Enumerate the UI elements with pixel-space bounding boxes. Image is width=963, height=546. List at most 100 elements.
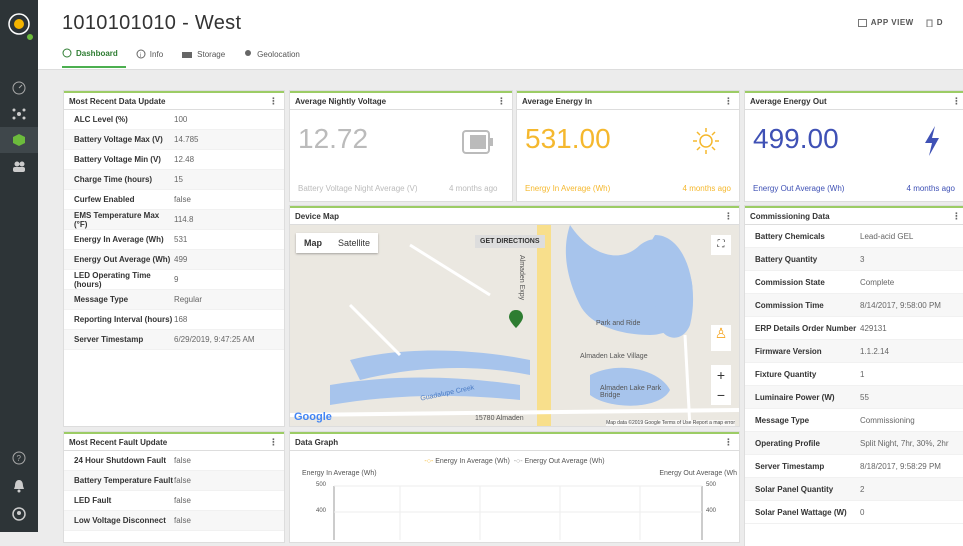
map-label-expy: Almaden Expy (518, 255, 525, 301)
tab-geolocation[interactable]: Geolocation (243, 48, 308, 68)
row-value: false (174, 476, 191, 485)
pegman-icon[interactable]: ♙ (711, 325, 731, 351)
row-value: 9 (174, 275, 179, 284)
network-nav-icon[interactable] (0, 101, 38, 127)
row-key: ERP Details Order Number (755, 323, 857, 333)
table-row: Battery Chemicals Lead-acid GEL (745, 225, 963, 248)
energy-in-label: Energy In Average (Wh) (525, 184, 611, 193)
dashboard-nav-icon[interactable] (0, 75, 38, 101)
fullscreen-icon[interactable]: ⛶ (711, 235, 731, 255)
lightning-icon (925, 126, 939, 156)
row-key: Battery Voltage Max (V) (74, 135, 163, 144)
row-value: 2 (860, 484, 865, 494)
tab-info-label: Info (149, 49, 164, 59)
row-key: EMS Temperature Max (°F) (74, 210, 160, 229)
row-key: Server Timestamp (74, 335, 144, 344)
table-row: Energy Out Average (Wh) 499 (64, 250, 284, 270)
left-axis-label: Energy In Average (Wh) (302, 470, 377, 477)
row-value: false (174, 195, 191, 204)
satellite-button[interactable]: Satellite (330, 233, 378, 253)
kebab-menu-icon[interactable]: ⋮ (497, 96, 506, 107)
row-key: Curfew Enabled (74, 195, 135, 204)
map-canvas[interactable]: Map Satellite GET DIRECTIONS ⛶ ♙ + − Park … (290, 225, 739, 426)
row-key: Battery Voltage Min (V) (74, 155, 161, 164)
kebab-menu-icon[interactable]: ⋮ (724, 437, 733, 448)
row-value: Split Night, 7hr, 30%, 2hr (860, 438, 949, 448)
notifications-bell-icon[interactable] (0, 473, 38, 499)
get-directions-button[interactable]: GET DIRECTIONS (475, 235, 545, 248)
table-row: Low Voltage Disconnect false (64, 511, 284, 531)
row-key: Message Type (74, 295, 129, 304)
row-value: 15 (174, 175, 183, 184)
row-value: 6/29/2019, 9:47:25 AM (174, 335, 255, 344)
panel-title: Device Map ⋮ (290, 208, 739, 225)
kebab-menu-icon[interactable]: ⋮ (952, 96, 961, 107)
svg-text:i: i (140, 53, 141, 59)
zoom-out-button[interactable]: − (711, 385, 731, 405)
table-row: Message Type Commissioning (745, 409, 963, 432)
tab-info[interactable]: i Info (136, 48, 171, 68)
kebab-menu-icon[interactable]: ⋮ (269, 96, 278, 107)
data-graph-panel: Data Graph ⋮ -○- Energy In Average (Wh) -… (290, 432, 739, 542)
app-view-button[interactable]: APP VIEW (857, 18, 914, 27)
row-key: Commission State (755, 277, 825, 287)
zoom-in-button[interactable]: + (711, 365, 731, 385)
panel-title: Average Energy Out ⋮ (745, 93, 963, 110)
panel-title: Average Nightly Voltage ⋮ (290, 93, 512, 110)
table-row: Operating Profile Split Night, 7hr, 30%, … (745, 432, 963, 455)
tab-storage[interactable]: Storage (181, 48, 233, 68)
legend-in-marker[interactable]: -○- (424, 458, 433, 465)
table-row: Curfew Enabled false (64, 190, 284, 210)
row-key: Luminaire Power (W) (755, 392, 835, 402)
d-label: D (936, 18, 943, 27)
help-icon[interactable]: ? (0, 445, 38, 471)
page-title: 1010101010 - West (62, 12, 242, 34)
app-view-icon (857, 18, 867, 27)
tab-dashboard[interactable]: Dashboard (62, 48, 126, 68)
d-button[interactable]: D (926, 18, 943, 27)
row-value: 114.8 (174, 215, 194, 224)
device-map-panel: Device Map ⋮ Map Satellite GET DIRECTIONS … (290, 206, 739, 426)
legend-out-marker[interactable]: -○- (514, 458, 523, 465)
table-row: Fixture Quantity 1 (745, 363, 963, 386)
row-value: false (174, 496, 191, 505)
table-row: Server Timestamp 6/29/2019, 9:47:25 AM (64, 330, 284, 350)
y-tick-label: 500 (316, 482, 327, 488)
tab-bar: Dashboard i Info Storage Geolocation (62, 48, 318, 68)
row-key: Fixture Quantity (755, 369, 817, 379)
table-row: ERP Details Order Number 429131 (745, 317, 963, 340)
kebab-menu-icon[interactable]: ⋮ (269, 437, 278, 448)
svg-text:?: ? (17, 454, 22, 463)
sidebar: ? (0, 0, 38, 532)
row-value: Complete (860, 277, 895, 287)
row-value: 168 (174, 315, 188, 324)
users-nav-icon[interactable] (0, 153, 38, 179)
row-value: 14.785 (174, 135, 199, 144)
devices-nav-icon[interactable] (0, 127, 38, 153)
row-value: false (174, 456, 191, 465)
y-tick-label: 400 (316, 508, 327, 514)
row-value: 1.1.2.14 (860, 346, 889, 356)
sun-icon (693, 128, 719, 154)
map-label-village: Almaden Lake Village (580, 353, 648, 360)
map-button[interactable]: Map (296, 233, 330, 253)
row-key: Operating Profile (755, 438, 820, 448)
row-key: Battery Quantity (755, 254, 818, 264)
table-row: 24 Hour Shutdown Fault false (64, 451, 284, 471)
header: 1010101010 - West APP VIEW D Dashboard i… (38, 0, 963, 70)
google-logo: Google (294, 411, 332, 423)
kebab-menu-icon[interactable]: ⋮ (724, 211, 733, 222)
account-icon[interactable] (0, 501, 38, 527)
graph-canvas (333, 485, 703, 540)
trash-icon (926, 19, 933, 27)
kebab-menu-icon[interactable]: ⋮ (724, 96, 733, 107)
tab-storage-label: Storage (197, 49, 226, 59)
row-value: 55 (860, 392, 869, 402)
map-attribution[interactable]: Map data ©2019 Google Terms of Use Repor… (606, 420, 735, 426)
y2-tick-label: 400 (706, 508, 717, 514)
kebab-menu-icon[interactable]: ⋮ (952, 211, 961, 222)
table-row: Commission Time 8/14/2017, 9:58:00 PM (745, 294, 963, 317)
row-key: Energy Out Average (Wh) (74, 255, 171, 264)
energy-in-value: 531.00 (525, 123, 611, 154)
right-axis-label: Energy Out Average (Wh (659, 470, 737, 477)
